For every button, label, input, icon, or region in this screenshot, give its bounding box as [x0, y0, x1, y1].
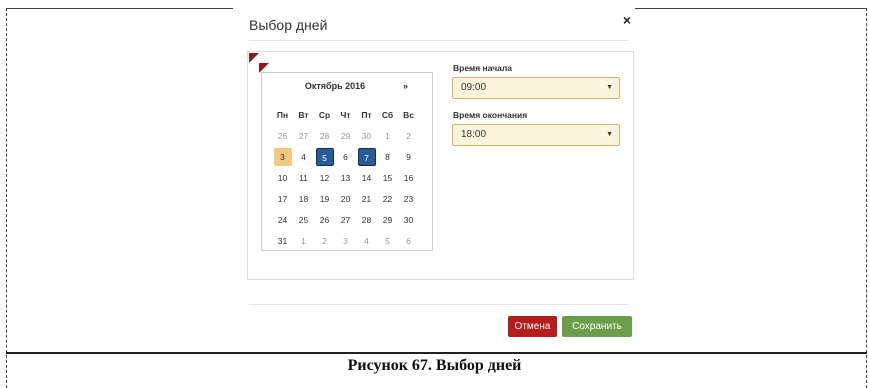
calendar-day[interactable]: 28	[314, 131, 335, 141]
weekday-label: Пн	[276, 109, 289, 120]
calendar-day[interactable]: 5	[377, 236, 398, 246]
calendar-day[interactable]: 25	[293, 215, 314, 225]
chevron-down-icon: ▼	[606, 84, 613, 91]
start-time-select[interactable]: 09:00 ▼	[452, 77, 620, 99]
close-icon[interactable]: ×	[623, 12, 631, 28]
calendar-day[interactable]: 17	[272, 194, 293, 204]
modal-title: Выбор дней	[249, 17, 328, 33]
date-picker: Октябрь 2016 » Пн Вт Ср Чт Пт Сб Вс 26 27 28 29 30 1…	[261, 72, 433, 251]
calendar-day[interactable]: 31	[272, 236, 293, 246]
calendar-day-today[interactable]: 3	[273, 147, 292, 166]
next-month-button[interactable]: »	[403, 81, 408, 91]
calendar-week-row: 26 27 28 29 30 1 2	[272, 125, 419, 146]
calendar-week-row: 24 25 26 27 28 29 30	[272, 209, 419, 230]
start-time-label: Время начала	[453, 63, 512, 73]
weekday-label: Вт	[298, 109, 309, 120]
weekday-label: Чт	[340, 109, 351, 120]
caption-divider	[6, 352, 867, 354]
document-frame-left	[6, 8, 7, 388]
weekday-label: Ср	[318, 109, 331, 120]
weekday-header-row: Пн Вт Ср Чт Пт Сб Вс	[272, 104, 419, 125]
footer-divider	[249, 304, 629, 305]
calendar-day[interactable]: 21	[356, 194, 377, 204]
end-time-label: Время окончания	[453, 110, 528, 120]
calendar-day[interactable]: 4	[293, 152, 314, 162]
calendar-day[interactable]: 26	[314, 215, 335, 225]
calendar-day[interactable]: 6	[398, 236, 419, 246]
calendar-day[interactable]: 4	[356, 236, 377, 246]
calendar-day[interactable]: 20	[335, 194, 356, 204]
calendar-day[interactable]: 12	[314, 173, 335, 183]
calendar-day[interactable]: 11	[293, 173, 314, 183]
calendar-grid: Пн Вт Ср Чт Пт Сб Вс 26 27 28 29 30 1 2 3 4 5 6 7 8 9 10 11 12 1…	[272, 104, 419, 251]
calendar-day[interactable]: 13	[335, 173, 356, 183]
calendar-day[interactable]: 6	[335, 152, 356, 162]
corner-flag-icon	[249, 53, 259, 63]
calendar-day[interactable]: 10	[272, 173, 293, 183]
calendar-day[interactable]: 19	[314, 194, 335, 204]
save-button[interactable]: Сохранить	[562, 316, 632, 337]
weekday-label: Сб	[381, 109, 394, 120]
calendar-day[interactable]: 28	[356, 215, 377, 225]
header-divider	[249, 40, 629, 41]
calendar-week-row: 3456789	[272, 146, 419, 167]
calendar-day[interactable]: 26	[272, 131, 293, 141]
calendar-day[interactable]: 29	[377, 215, 398, 225]
calendar-day[interactable]: 8	[377, 152, 398, 162]
calendar-day[interactable]: 27	[293, 131, 314, 141]
start-time-value: 09:00	[461, 82, 487, 93]
calendar-day[interactable]: 16	[398, 173, 419, 183]
calendar-day[interactable]: 30	[398, 215, 419, 225]
calendar-week-row: 31 1 2 3 4 5 6	[272, 230, 419, 251]
end-time-value: 18:00	[461, 129, 487, 140]
calendar-day[interactable]: 3	[335, 236, 356, 246]
weekday-label: Пт	[361, 109, 372, 120]
calendar-day[interactable]: 15	[377, 173, 398, 183]
calendar-day[interactable]: 9	[398, 152, 419, 162]
weekday-label: Вс	[403, 109, 414, 120]
chevron-down-icon: ▼	[606, 131, 613, 138]
calendar-week-row: 10 11 12 13 14 15 16	[272, 167, 419, 188]
day-selection-modal: Выбор дней × Октябрь 2016 » Пн Вт Ср Чт Пт Сб…	[233, 8, 635, 344]
calendar-day[interactable]: 30	[356, 131, 377, 141]
calendar-week-row: 17 18 19 20 21 22 23	[272, 188, 419, 209]
calendar-day[interactable]: 2	[398, 131, 419, 141]
figure-caption: Рисунок 67. Выбор дней	[347, 357, 522, 374]
calendar-day[interactable]: 24	[272, 215, 293, 225]
document-frame-right	[866, 8, 867, 388]
calendar-day[interactable]: 14	[356, 173, 377, 183]
calendar-day[interactable]: 1	[377, 131, 398, 141]
calendar-day[interactable]: 2	[314, 236, 335, 246]
calendar-day[interactable]: 22	[377, 194, 398, 204]
calendar-day[interactable]: 27	[335, 215, 356, 225]
calendar-day[interactable]: 29	[335, 131, 356, 141]
calendar-day-selected[interactable]: 7	[357, 147, 376, 166]
calendar-day[interactable]: 1	[293, 236, 314, 246]
calendar-day[interactable]: 23	[398, 194, 419, 204]
cancel-button[interactable]: Отмена	[508, 316, 557, 337]
end-time-select[interactable]: 18:00 ▼	[452, 124, 620, 146]
calendar-day-selected[interactable]: 5	[315, 147, 334, 166]
calendar-day[interactable]: 18	[293, 194, 314, 204]
calendar-month-title: Октябрь 2016	[304, 81, 366, 91]
